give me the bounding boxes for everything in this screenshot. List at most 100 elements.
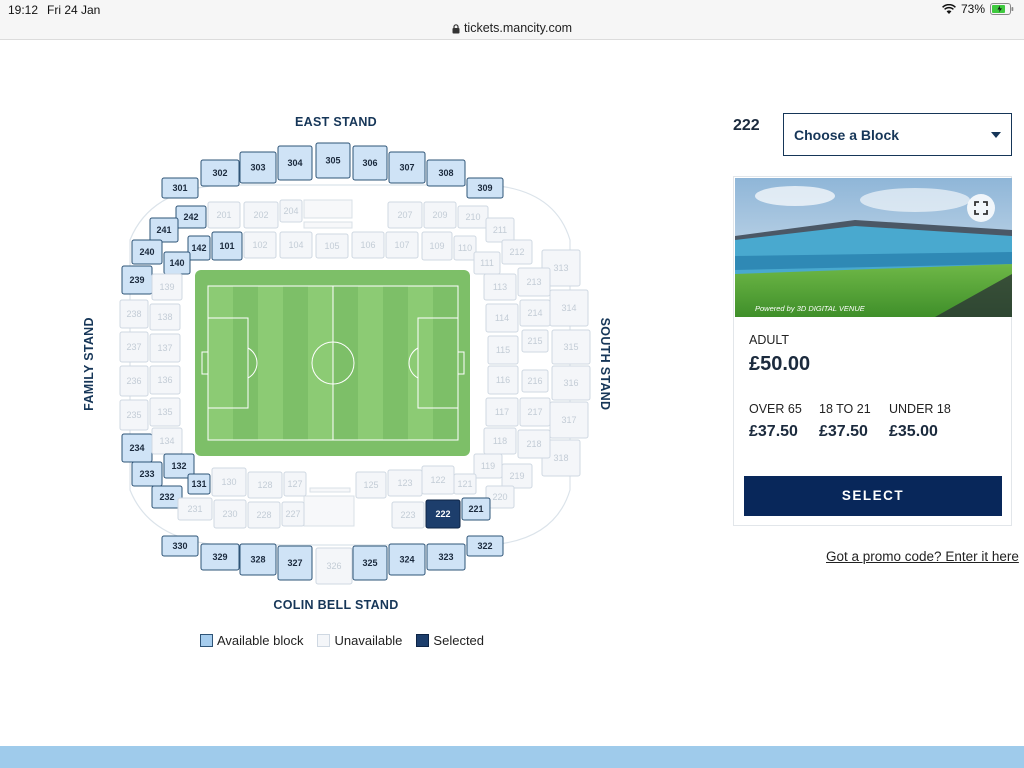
south-stand-label: SOUTH STAND [598,318,612,411]
status-time: 19:12 [8,3,39,17]
block-237: 237 [119,331,149,363]
fullscreen-button[interactable] [967,194,995,222]
block-label: 227 [285,509,300,519]
block-111: 111 [473,251,501,275]
block-label: 233 [139,469,154,479]
block-241[interactable]: 241 [149,217,179,243]
block-221[interactable]: 221 [461,497,491,521]
block-label: 220 [492,492,507,502]
block-label: 130 [221,477,236,487]
block-label: 234 [129,443,144,453]
concourse-gap [303,221,353,229]
block-322[interactable]: 322 [466,535,504,557]
block-label: 215 [527,336,542,346]
block-label: 216 [527,376,542,386]
concourse-gap [309,487,351,493]
legend-selected: Selected [416,633,484,648]
block-131[interactable]: 131 [187,473,211,495]
block-110: 110 [453,235,477,261]
block-324[interactable]: 324 [388,543,426,576]
block-label: 228 [256,510,271,520]
block-330[interactable]: 330 [161,535,199,557]
url-bar[interactable]: tickets.mancity.com [0,20,1024,40]
block-325[interactable]: 325 [352,545,388,581]
block-306[interactable]: 306 [352,145,388,181]
status-right: 73% [942,2,1014,16]
block-307[interactable]: 307 [388,151,426,184]
block-201: 201 [207,201,241,229]
block-label: 204 [283,206,298,216]
block-label: 313 [553,263,568,273]
block-104: 104 [279,231,313,259]
block-113: 113 [483,273,517,301]
block-301[interactable]: 301 [161,177,199,199]
block-label: 137 [157,343,172,353]
block-329[interactable]: 329 [200,543,240,571]
block-302[interactable]: 302 [200,159,240,187]
block-label: 315 [563,342,578,352]
block-select-dropdown[interactable]: Choose a Block [783,113,1012,156]
block-label: 104 [288,240,303,250]
block-136: 136 [149,365,181,395]
select-button[interactable]: SELECT [744,476,1002,516]
block-218: 218 [517,429,551,459]
block-label: 135 [157,407,172,417]
family-stand-label: FAMILY STAND [82,317,96,411]
block-202: 202 [243,201,279,229]
block-327[interactable]: 327 [277,545,313,581]
block-210: 210 [457,205,489,229]
block-303[interactable]: 303 [239,151,277,184]
block-label: 322 [477,541,492,551]
block-label: 111 [480,258,494,268]
block-140[interactable]: 140 [163,251,191,275]
block-label: 116 [496,375,510,385]
promo-code-link[interactable]: Got a promo code? Enter it here [826,549,1019,564]
block-label: 132 [171,461,186,471]
block-label: 138 [157,312,172,322]
block-label: 121 [457,479,472,489]
block-242[interactable]: 242 [175,205,207,229]
status-date: Fri 24 Jan [47,3,101,17]
block-222[interactable]: 222 [425,499,461,529]
block-309[interactable]: 309 [466,177,504,199]
block-240[interactable]: 240 [131,239,163,265]
block-label: 131 [191,479,206,489]
seat-view-image[interactable]: Powered by 3D DIGITAL VENUE [735,178,1012,317]
block-211: 211 [485,217,515,243]
block-328[interactable]: 328 [239,543,277,576]
block-130: 130 [211,467,247,497]
block-label: 314 [561,303,576,313]
block-label: 329 [212,552,227,562]
block-label: 236 [126,376,141,386]
block-117: 117 [485,397,519,427]
block-233[interactable]: 233 [131,461,163,487]
block-217: 217 [519,397,551,427]
block-label: 241 [156,225,171,235]
block-305[interactable]: 305 [315,142,351,179]
block-234[interactable]: 234 [121,433,153,463]
block-label: 202 [253,210,268,220]
block-label: 222 [435,509,450,519]
block-142[interactable]: 142 [187,235,211,261]
block-label: 239 [129,275,144,285]
block-label: 122 [430,475,445,485]
block-label: 326 [326,561,341,571]
block-label: 307 [399,163,414,173]
block-239[interactable]: 239 [121,265,153,295]
block-label: 324 [399,555,414,565]
block-label: 114 [495,313,509,323]
block-label: 210 [465,212,480,222]
block-107: 107 [385,231,419,259]
block-308[interactable]: 308 [426,159,466,187]
block-label: 327 [287,558,302,568]
block-label: 212 [509,247,524,257]
block-label: 125 [363,480,378,490]
block-label: 102 [252,240,267,250]
block-101[interactable]: 101 [211,231,243,261]
tier-under-18-label: UNDER 18 [889,402,951,416]
concourse-gap [303,495,355,527]
block-label: 109 [429,241,444,251]
block-323[interactable]: 323 [426,543,466,571]
block-304[interactable]: 304 [277,145,313,181]
block-209: 209 [423,201,457,229]
